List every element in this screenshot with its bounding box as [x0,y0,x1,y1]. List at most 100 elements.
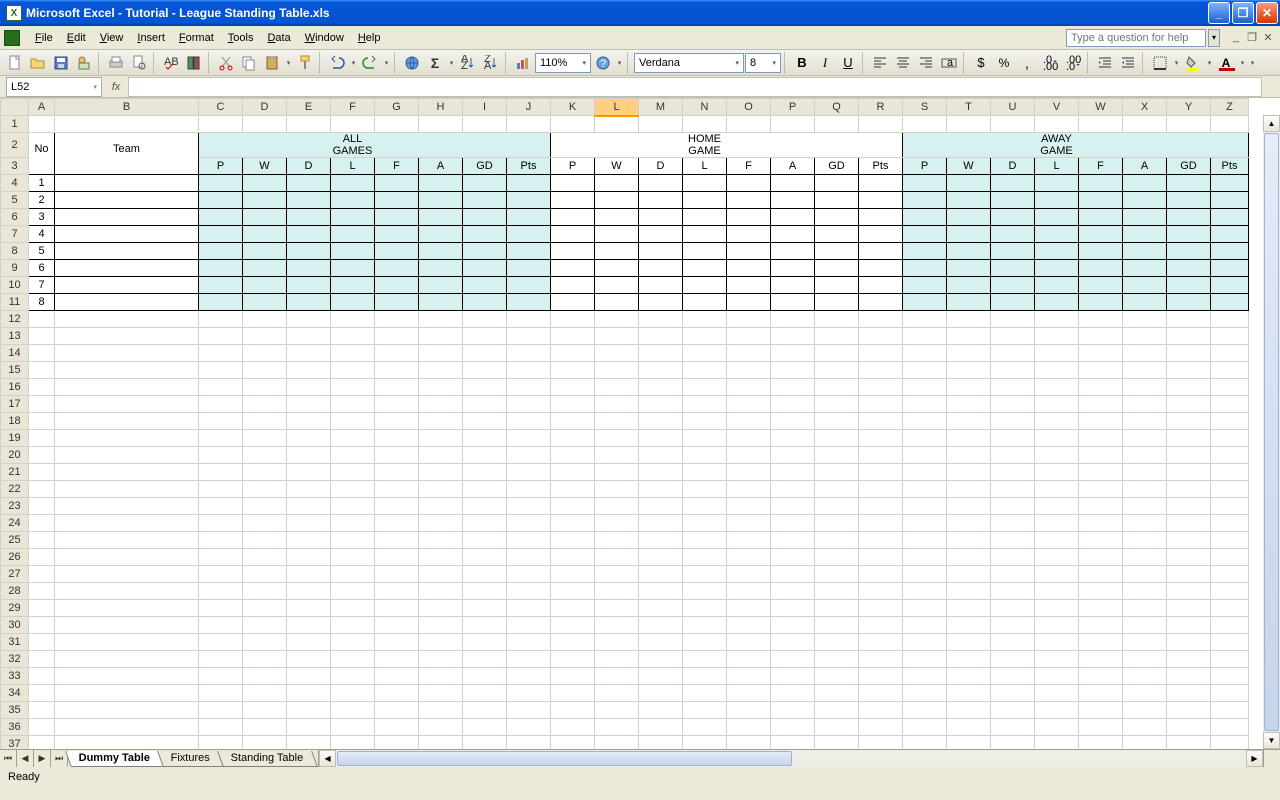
cell[interactable] [727,668,771,685]
cell[interactable] [419,362,463,379]
cell[interactable] [287,549,331,566]
cell[interactable] [947,719,991,736]
cell[interactable] [287,668,331,685]
row-header[interactable]: 35 [1,702,29,719]
cell[interactable] [419,260,463,277]
cell[interactable] [287,566,331,583]
cell[interactable] [859,600,903,617]
cell[interactable] [947,736,991,750]
cell[interactable] [683,396,727,413]
cell[interactable] [1035,498,1079,515]
cell[interactable] [683,464,727,481]
cell[interactable] [859,736,903,750]
cell[interactable] [727,133,771,158]
cell[interactable] [1167,243,1211,260]
cell[interactable] [1211,566,1249,583]
cell[interactable] [1123,328,1167,345]
cell[interactable] [1035,634,1079,651]
cell[interactable] [639,294,683,311]
cell[interactable] [859,498,903,515]
cell[interactable] [595,311,639,328]
cell[interactable] [947,549,991,566]
cell[interactable] [287,133,331,158]
cell[interactable] [375,209,419,226]
sheet-tab[interactable]: Fixtures [157,751,224,767]
cell[interactable] [1123,498,1167,515]
cell[interactable] [1123,116,1167,133]
scroll-down-button[interactable]: ▼ [1263,732,1280,749]
cell[interactable] [551,634,595,651]
cell[interactable] [375,362,419,379]
cell[interactable] [1167,498,1211,515]
cell[interactable] [243,328,287,345]
cell[interactable] [243,668,287,685]
cell[interactable] [947,447,991,464]
row-header[interactable]: 7 [1,226,29,243]
cell[interactable] [1211,133,1249,158]
cell[interactable] [1123,209,1167,226]
cell[interactable] [1079,447,1123,464]
cell[interactable]: GD [815,158,859,175]
cell[interactable] [815,260,859,277]
cell[interactable] [419,447,463,464]
cell[interactable] [463,600,507,617]
cell[interactable] [727,702,771,719]
cell[interactable] [815,116,859,133]
cell[interactable] [1079,651,1123,668]
cell[interactable] [243,719,287,736]
help-dropdown-icon[interactable]: ▾ [1208,29,1220,47]
row-header[interactable]: 9 [1,260,29,277]
cell[interactable] [727,685,771,702]
cell[interactable] [1035,481,1079,498]
cell[interactable] [419,549,463,566]
cell[interactable] [1123,549,1167,566]
cell[interactable] [463,133,507,158]
cell[interactable] [1035,583,1079,600]
cell[interactable] [551,294,595,311]
column-header[interactable]: M [639,99,683,116]
cell[interactable] [947,345,991,362]
column-header[interactable]: Q [815,99,859,116]
cell[interactable] [947,243,991,260]
cell[interactable] [1211,532,1249,549]
cell[interactable] [243,566,287,583]
cell[interactable] [903,396,947,413]
cell[interactable] [287,396,331,413]
fill-color-button[interactable] [1182,52,1204,74]
row-header[interactable]: 34 [1,685,29,702]
cell[interactable] [1123,617,1167,634]
cell[interactable] [947,481,991,498]
cell[interactable] [859,668,903,685]
cell[interactable] [287,175,331,192]
cell[interactable] [55,464,199,481]
cell[interactable] [815,498,859,515]
cell[interactable] [1123,600,1167,617]
cell[interactable] [287,226,331,243]
cell[interactable] [551,515,595,532]
cell[interactable] [375,447,419,464]
cell[interactable] [29,515,55,532]
row-header[interactable]: 18 [1,413,29,430]
cell[interactable] [331,116,375,133]
cell[interactable] [463,430,507,447]
column-header[interactable]: T [947,99,991,116]
cell[interactable] [375,515,419,532]
cell[interactable] [595,566,639,583]
cell[interactable] [55,158,199,175]
cell[interactable] [1123,685,1167,702]
cell[interactable] [243,549,287,566]
cell[interactable] [287,600,331,617]
cell[interactable] [331,515,375,532]
cell[interactable] [639,719,683,736]
cell[interactable] [815,481,859,498]
font-color-button[interactable]: A [1215,52,1237,74]
cell[interactable] [1035,719,1079,736]
cell[interactable] [947,685,991,702]
cell[interactable]: 7 [29,277,55,294]
row-header[interactable]: 14 [1,345,29,362]
cell[interactable] [1211,413,1249,430]
cell[interactable] [727,651,771,668]
cell[interactable] [815,277,859,294]
cell[interactable] [1167,668,1211,685]
cell[interactable] [1211,379,1249,396]
